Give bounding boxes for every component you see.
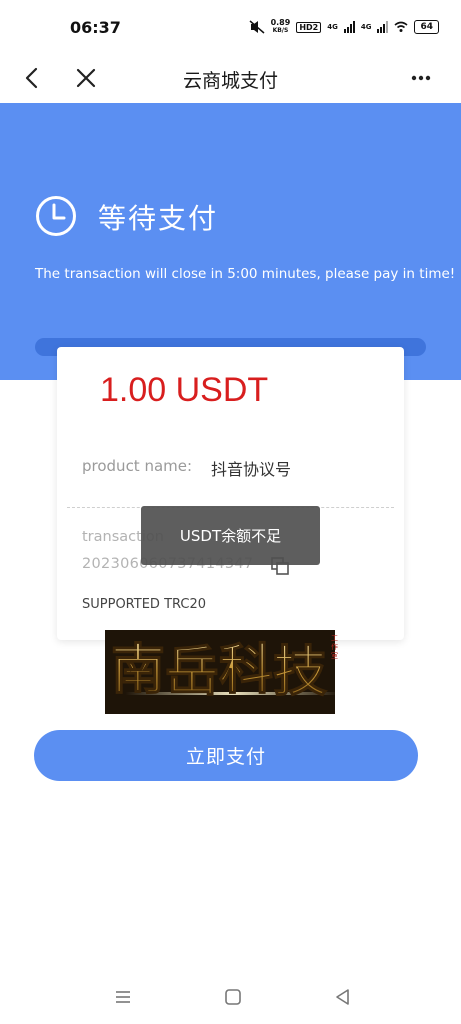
waiting-title: 等待支付 [98,202,219,235]
payment-card: 1.00 USDT product name: 抖音协议号 transactio… [57,347,404,640]
product-name-value: 抖音协议号 [211,460,292,479]
signal1-icon [343,21,355,33]
menu-icon[interactable] [111,985,135,1009]
clock-icon [36,196,76,236]
svg-text:岳: 岳 [165,639,219,703]
svg-text:科: 科 [219,637,273,701]
page-title: 云商城支付 [182,70,278,92]
net-speed-unit: KB/S [272,27,289,34]
mute-vibrate-icon [249,20,265,34]
svg-text:技: 技 [273,639,327,703]
payment-amount: 1.00 USDT [100,371,269,409]
svg-text:室: 室 [331,651,338,660]
brand-logo-image: 南 岳 科 技 工 作 室 [105,630,340,714]
more-button[interactable] [403,60,439,96]
system-nav-bar [0,975,461,1024]
payment-page: 06:37 0.89 KB/S HD2 4G 4G 64 云商城支付 等待支付 … [0,0,461,1024]
pay-now-button[interactable]: 立即支付 [34,730,418,781]
battery-icon: 64 [414,20,439,34]
status-time: 06:37 [70,18,121,37]
back-triangle-icon[interactable] [331,985,355,1009]
svg-text:工: 工 [331,634,338,642]
status-icons: 0.89 KB/S HD2 4G 4G 64 [249,19,439,35]
status-bar: 06:37 0.89 KB/S HD2 4G 4G 64 [0,0,461,56]
svg-text:南: 南 [111,637,165,701]
net-speed: 0.89 KB/S [271,19,291,35]
svg-text:作: 作 [331,642,338,651]
supported-network: SUPPORTED TRC20 [82,597,207,612]
signal2-label: 4G [360,23,372,31]
hd-badge: HD2 [296,21,322,33]
signal1-label: 4G [327,23,338,31]
wifi-icon [394,21,408,32]
product-name-label: product name: [82,457,193,475]
net-speed-value: 0.89 [270,18,291,27]
home-icon[interactable] [221,985,245,1009]
toast-message: USDT余额不足 [141,506,320,565]
more-dots-icon [411,75,431,81]
nav-bar: 云商城支付 [0,56,461,102]
countdown-message: The transaction will close in 5:00 minut… [35,266,456,282]
status-banner: 等待支付 The transaction will close in 5:00 … [0,103,461,380]
signal2-icon [377,21,389,33]
